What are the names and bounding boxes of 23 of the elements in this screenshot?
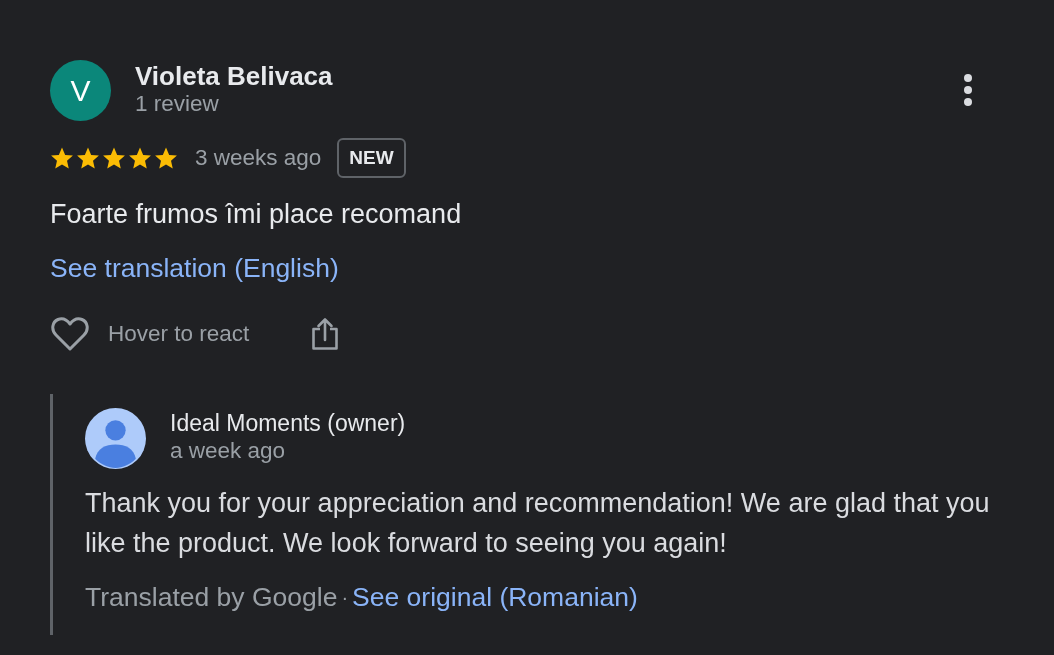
- star-icon: [76, 146, 100, 170]
- person-avatar-icon: [85, 408, 146, 469]
- star-icon: [154, 146, 178, 170]
- review-count[interactable]: 1 review: [135, 91, 219, 117]
- review-text: Foarte frumos îmi place recomand: [50, 198, 462, 231]
- reply-time: a week ago: [170, 437, 286, 465]
- share-icon[interactable]: [311, 317, 340, 351]
- review-time: 3 weeks ago: [195, 144, 322, 173]
- translated-by-label: Translated by Google: [85, 581, 338, 614]
- react-label: Hover to react: [108, 320, 250, 349]
- see-translation-link[interactable]: See translation (English): [50, 253, 339, 283]
- reviewer-name[interactable]: Violeta Belivaca: [135, 61, 333, 91]
- avatar-initial: V: [50, 60, 111, 121]
- separator-dot: ·: [341, 585, 349, 610]
- star-icon: [50, 146, 74, 170]
- star-icon: [102, 146, 126, 170]
- new-badge: NEW: [337, 138, 406, 178]
- owner-name[interactable]: Ideal Moments (owner): [170, 409, 406, 437]
- see-original-link[interactable]: See original (Romanian): [352, 579, 638, 615]
- more-icon[interactable]: [963, 74, 973, 106]
- reply-text: Thank you for your appreciation and recommendation! We are glad that you like the product. We look forward to seeing you again!: [85, 487, 991, 560]
- heart-icon[interactable]: [50, 316, 90, 352]
- star-icon: [128, 146, 152, 170]
